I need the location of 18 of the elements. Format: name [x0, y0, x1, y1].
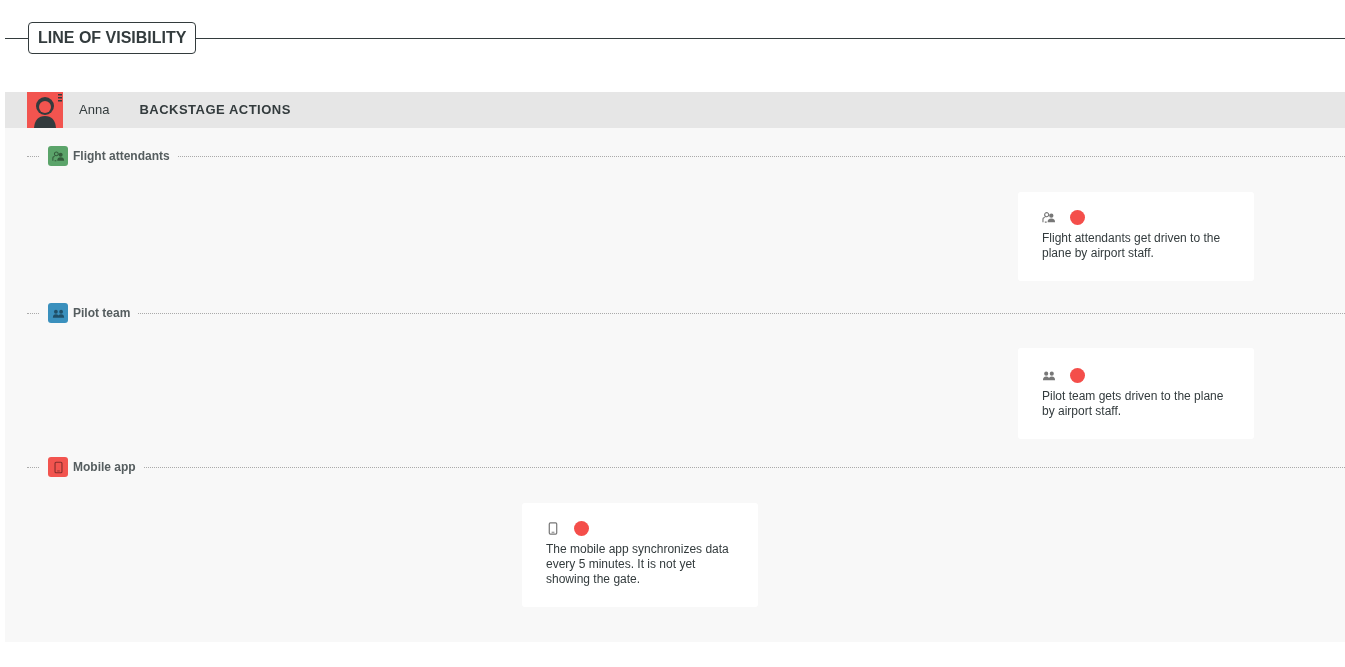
lane-label: Flight attendants	[73, 148, 170, 165]
persona-name: Anna	[79, 101, 110, 120]
status-dot	[1070, 210, 1085, 225]
status-dot	[1070, 368, 1085, 383]
note-card[interactable]: Flight attendants get driven to the plane by airport staff.	[1018, 192, 1254, 281]
people-icon	[1042, 369, 1056, 382]
lane-label: Mobile app	[73, 459, 136, 476]
section-title: LINE OF VISIBILITY	[28, 22, 197, 54]
card-text: The mobile app synchronizes data every 5 minutes. It is not yet showing the gate.	[546, 542, 730, 587]
phone-icon	[546, 522, 560, 535]
note-card[interactable]: Pilot team gets driven to the plane by airport staff.	[1018, 348, 1254, 439]
note-card[interactable]: The mobile app synchronizes data every 5 minutes. It is not yet showing the gate.	[522, 503, 758, 607]
person-card-icon	[1042, 211, 1056, 224]
card-text: Pilot team gets driven to the plane by airport staff.	[1042, 389, 1225, 419]
card-text: Flight attendants get driven to the plane by airport staff.	[1042, 231, 1222, 261]
lane-label: Pilot team	[73, 305, 131, 322]
status-dot	[574, 521, 589, 536]
lane-group-title: BACKSTAGE ACTIONS	[139, 101, 291, 120]
